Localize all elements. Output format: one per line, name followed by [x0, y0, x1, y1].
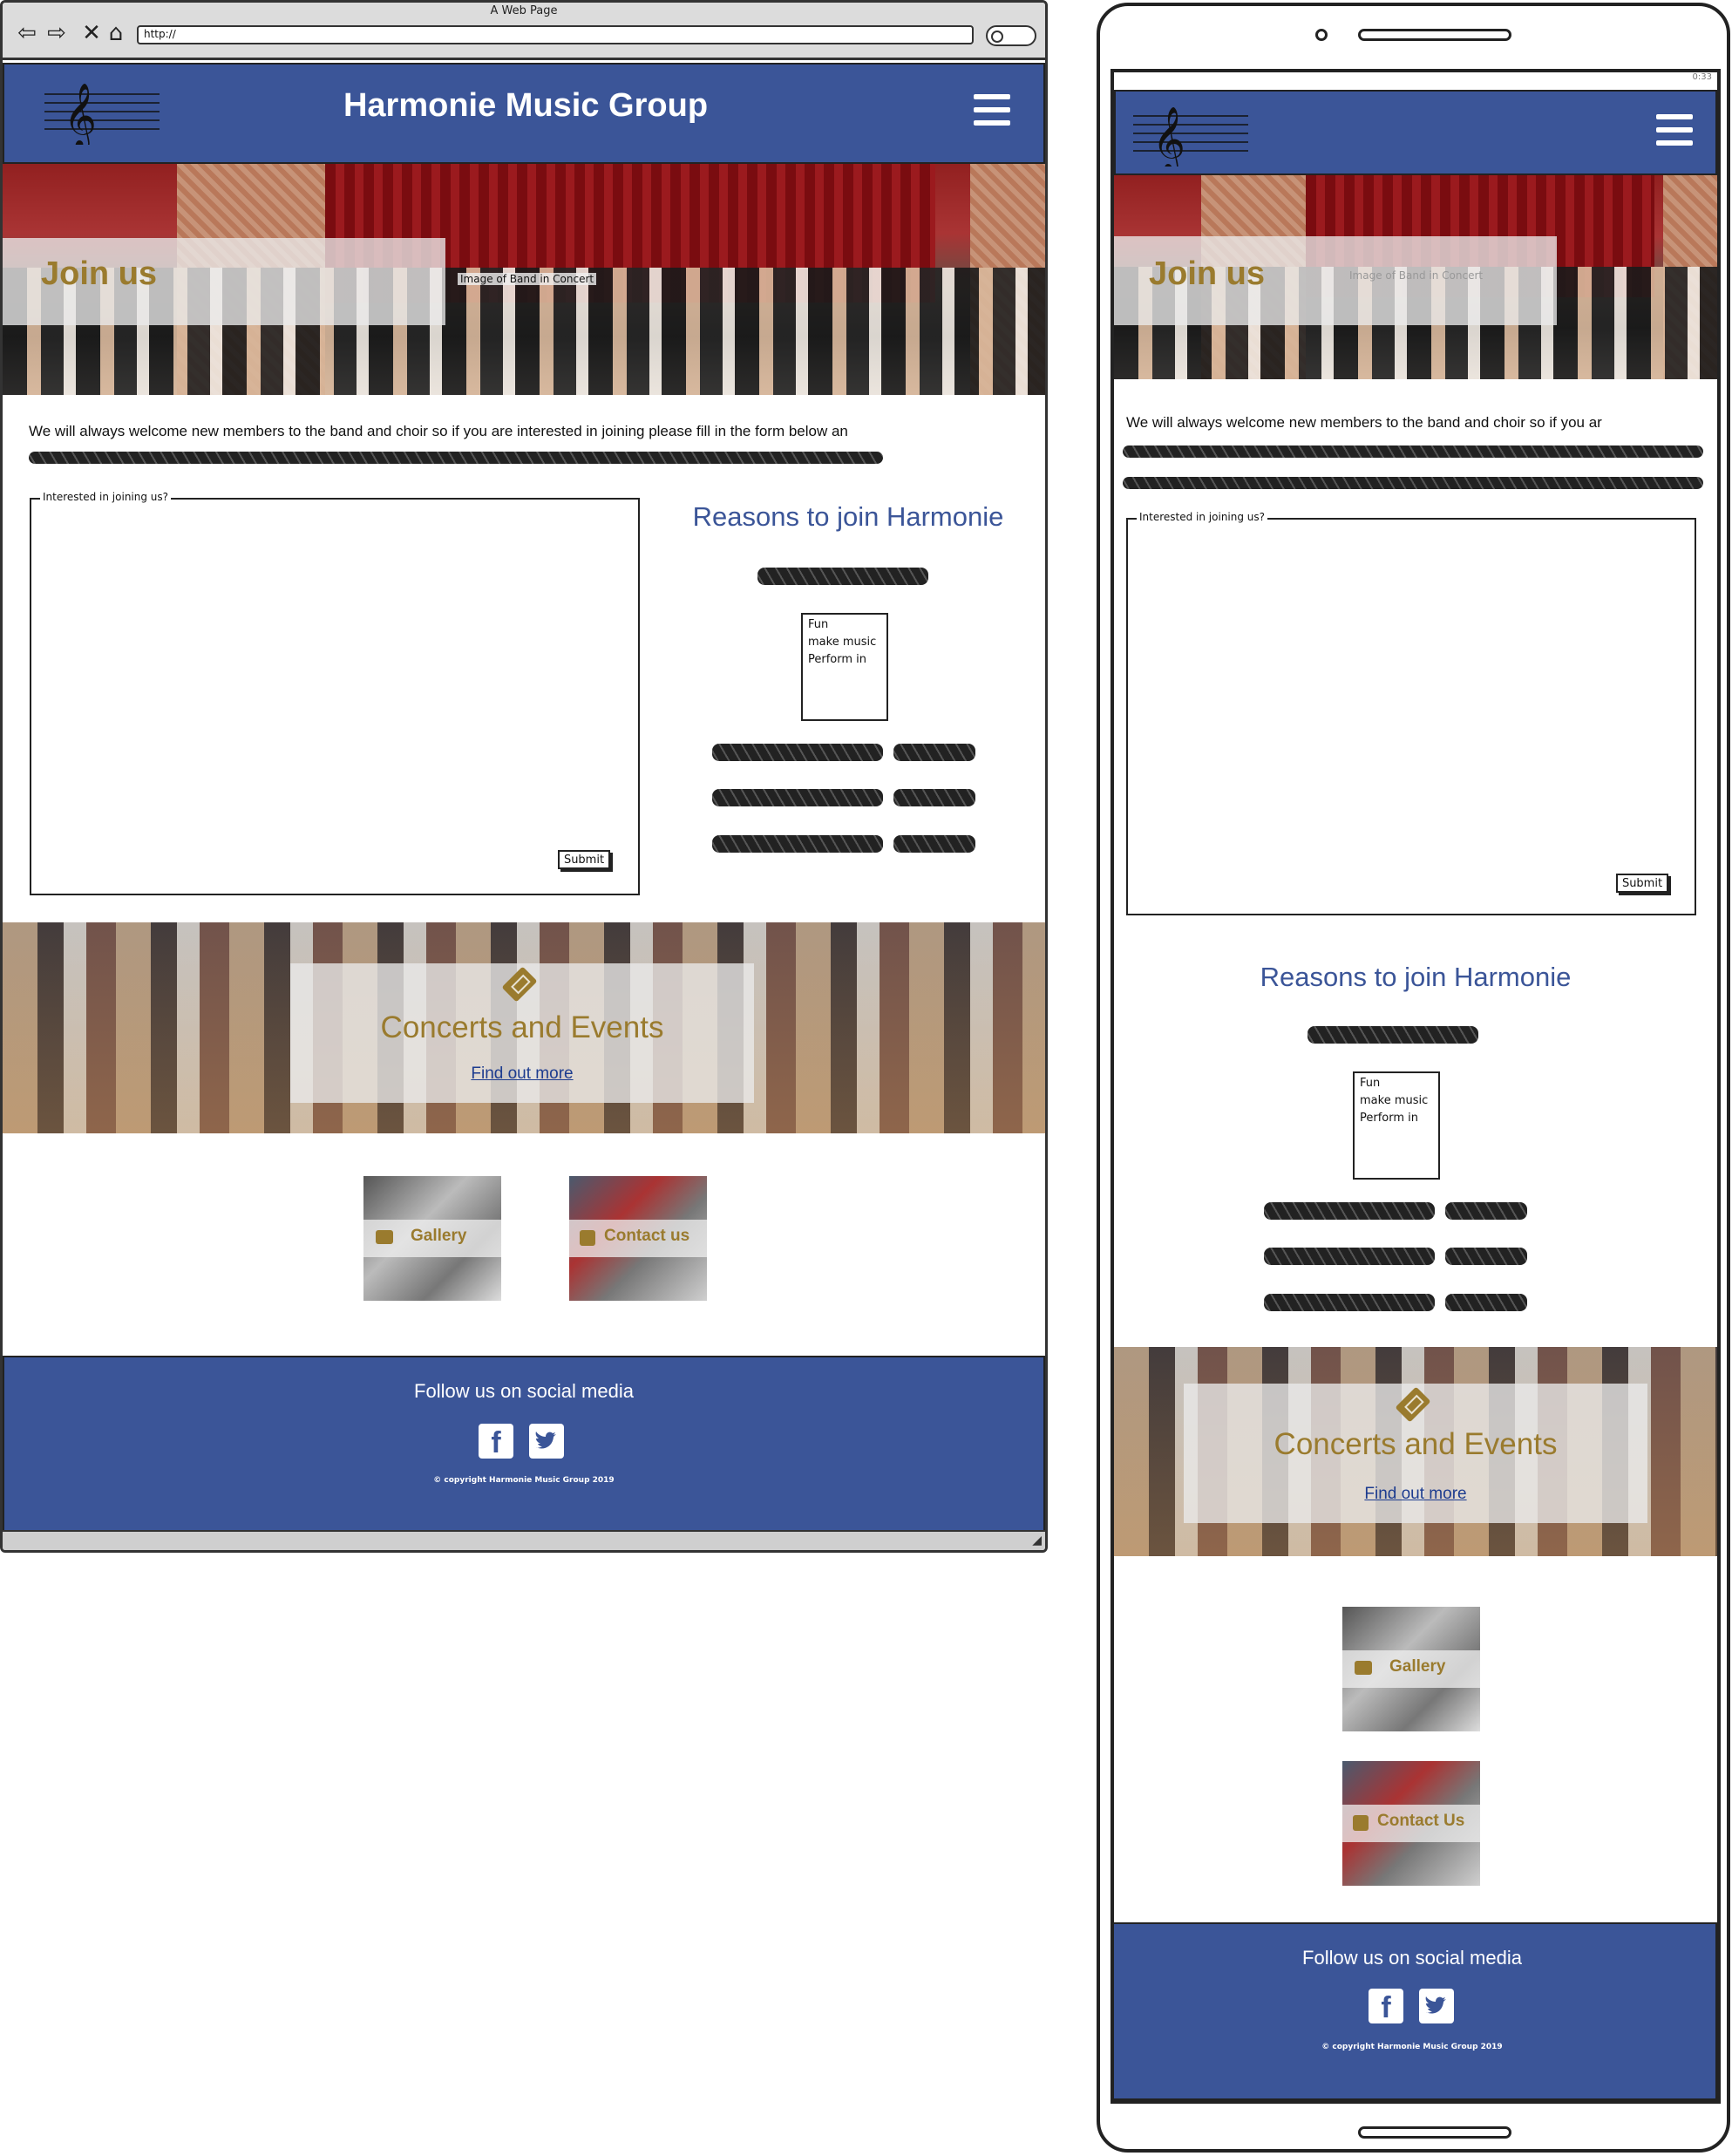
reasons-title: Reasons to join Harmonie — [692, 501, 1004, 532]
hero-overlay: Join us — [3, 238, 445, 325]
mobile-ticket-icon — [1395, 1386, 1431, 1423]
reasons-text-scribble — [893, 835, 975, 853]
camera-icon — [376, 1230, 393, 1244]
list-item: make music — [808, 636, 877, 649]
mobile-gallery-tile[interactable]: Gallery — [1342, 1607, 1480, 1731]
browser-status-bar: ◢ — [3, 1530, 1045, 1550]
mobile-site-header: 𝄞 — [1114, 90, 1717, 175]
ticket-icon — [501, 966, 538, 1003]
site-logo[interactable]: 𝄞 — [43, 77, 161, 145]
desktop-browser-window: A Web Page ⇦ ⇨ ✕ ⌂ http:// 𝄞 Harmonie Mu… — [0, 0, 1048, 1553]
browser-search-field[interactable] — [986, 25, 1036, 46]
list-item: make music — [1360, 1094, 1429, 1107]
reasons-text-scribble — [712, 789, 883, 806]
back-arrow-icon[interactable]: ⇦ — [15, 22, 39, 44]
phone-speaker — [1358, 29, 1511, 41]
mobile-twitter-icon[interactable] — [1419, 1989, 1454, 2023]
phone-screen: 0:33 𝄞 Join us Image of Band in Concert … — [1111, 69, 1721, 2104]
image-caption: Image of Band in Concert — [458, 273, 597, 285]
mobile-join-form-fieldset: Interested in joining us? Submit — [1126, 511, 1696, 915]
list-item: Perform in — [1360, 1112, 1419, 1125]
mobile-concerts-overlay: Concerts and Events Find out more — [1184, 1384, 1647, 1523]
address-bar[interactable]: http:// — [137, 25, 974, 44]
stop-icon[interactable]: ✕ — [79, 22, 104, 44]
mobile-site-logo[interactable]: 𝄞 — [1131, 97, 1250, 167]
mobile-footer-heading: Follow us on social media — [1302, 1947, 1522, 1969]
search-icon — [991, 31, 1003, 43]
site-header: 𝄞 Harmonie Music Group — [3, 63, 1045, 164]
camera-icon — [1355, 1661, 1372, 1675]
intro-text: We will always welcome new members to th… — [29, 423, 848, 439]
reasons-text-scribble — [893, 789, 975, 806]
status-time: 0:33 — [1692, 72, 1712, 82]
concerts-overlay: Concerts and Events Find out more — [290, 963, 754, 1103]
reasons-text-scribble — [712, 835, 883, 853]
mobile-site-footer: Follow us on social media f © copyright … — [1114, 1922, 1717, 2100]
phone-status-bar: 0:33 — [1114, 72, 1717, 85]
list-item: Fun — [808, 618, 829, 631]
mobile-reasons-text-scribble — [1445, 1202, 1527, 1220]
mobile-reasons-text-scribble — [1445, 1248, 1527, 1265]
mobile-reasons-text-scribble — [1264, 1294, 1435, 1311]
facebook-icon[interactable]: f — [479, 1424, 513, 1459]
mobile-phone-frame: 0:33 𝄞 Join us Image of Band in Concert … — [1097, 3, 1730, 2153]
window-title: A Web Page — [490, 4, 558, 17]
resize-grip-icon[interactable]: ◢ — [1032, 1534, 1042, 1547]
mobile-hero-heading: Join us — [1149, 255, 1266, 292]
mobile-intro-text: We will always welcome new members to th… — [1126, 414, 1602, 431]
mobile-reasons-title: Reasons to join Harmonie — [1260, 962, 1572, 992]
copyright-text: © copyright Harmonie Music Group 2019 — [433, 1476, 615, 1485]
reasons-list: Fun make music Perform in — [801, 613, 888, 721]
mobile-submit-button[interactable]: Submit — [1616, 874, 1668, 893]
list-item: Perform in — [808, 653, 867, 666]
list-item: Fun — [1360, 1077, 1381, 1090]
mobile-reasons-text-scribble — [1264, 1248, 1435, 1265]
contact-tile[interactable]: Contact us — [569, 1176, 707, 1301]
mobile-placeholder-text-scribble — [1123, 445, 1703, 458]
gallery-tile[interactable]: Gallery — [363, 1176, 501, 1301]
mobile-reasons-subheading-scribble — [1307, 1026, 1478, 1044]
mobile-reasons-list: Fun make music Perform in — [1353, 1071, 1440, 1180]
mobile-hamburger-menu-icon[interactable] — [1656, 114, 1693, 146]
footer-heading: Follow us on social media — [414, 1380, 634, 1402]
join-form-fieldset: Interested in joining us? Submit — [30, 491, 640, 895]
contact-label: Contact us — [604, 1227, 690, 1245]
gallery-label: Gallery — [411, 1227, 467, 1245]
reasons-subheading-scribble — [757, 568, 928, 585]
site-title: Harmonie Music Group — [343, 87, 709, 124]
mobile-reasons-text-scribble — [1264, 1202, 1435, 1220]
mobile-form-legend: Interested in joining us? — [1137, 511, 1268, 523]
find-out-more-link[interactable]: Find out more — [290, 1064, 754, 1084]
phone-icon — [1353, 1815, 1369, 1831]
mobile-reasons-text-scribble — [1445, 1294, 1527, 1311]
site-footer: Follow us on social media f © copyright … — [3, 1356, 1045, 1532]
phone-camera — [1315, 29, 1328, 41]
mobile-gallery-label: Gallery — [1389, 1657, 1446, 1676]
twitter-icon[interactable] — [529, 1424, 564, 1459]
mobile-facebook-icon[interactable]: f — [1369, 1989, 1403, 2024]
mobile-placeholder-text-scribble — [1123, 477, 1703, 489]
home-icon[interactable]: ⌂ — [104, 22, 128, 44]
reasons-text-scribble — [712, 744, 883, 761]
mobile-hero-overlay: Join us Image of Band in Concert — [1114, 236, 1557, 325]
mobile-image-caption: Image of Band in Concert — [1349, 269, 1484, 282]
mobile-find-out-more-link[interactable]: Find out more — [1184, 1485, 1647, 1504]
placeholder-text-scribble — [29, 452, 883, 464]
mobile-contact-label: Contact Us — [1377, 1812, 1465, 1830]
svg-text:𝄞: 𝄞 — [64, 84, 97, 145]
browser-chrome: A Web Page ⇦ ⇨ ✕ ⌂ http:// — [3, 3, 1045, 60]
phone-icon — [580, 1230, 595, 1246]
mobile-contact-tile[interactable]: Contact Us — [1342, 1761, 1480, 1886]
mobile-concerts-title: Concerts and Events — [1274, 1427, 1558, 1461]
hamburger-menu-icon[interactable] — [974, 94, 1010, 126]
submit-button[interactable]: Submit — [558, 850, 610, 869]
concerts-title: Concerts and Events — [380, 1010, 664, 1044]
reasons-text-scribble — [893, 744, 975, 761]
mobile-copyright-text: © copyright Harmonie Music Group 2019 — [1321, 2043, 1503, 2051]
svg-text:𝄞: 𝄞 — [1152, 107, 1185, 167]
forward-arrow-icon[interactable]: ⇨ — [44, 22, 69, 44]
form-legend: Interested in joining us? — [40, 491, 172, 503]
phone-home-bar[interactable] — [1358, 2126, 1511, 2139]
hero-heading: Join us — [41, 255, 158, 292]
